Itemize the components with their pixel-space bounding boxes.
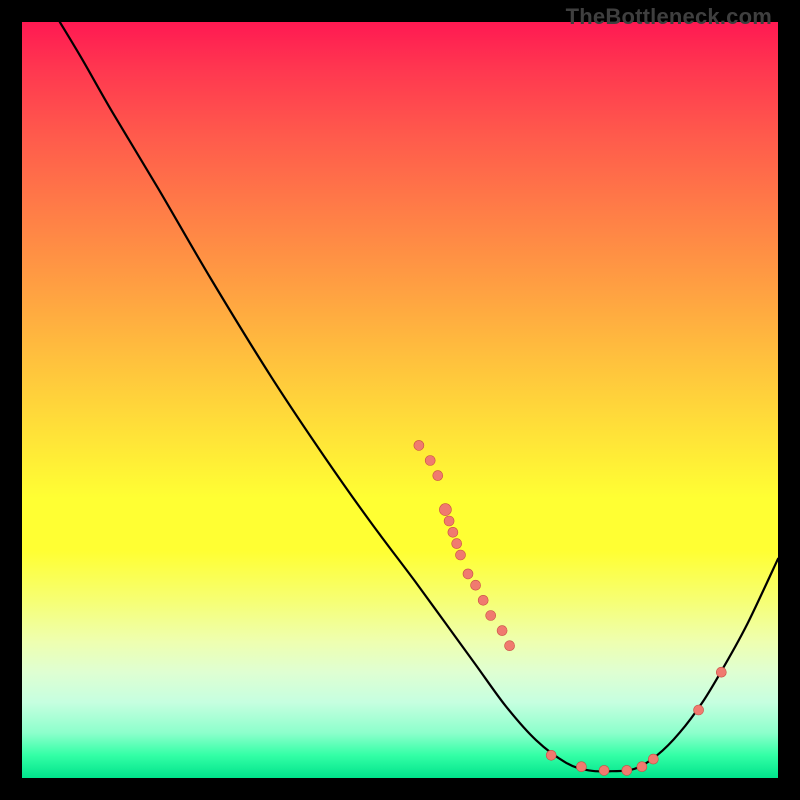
data-point [448, 527, 458, 537]
data-point [622, 765, 632, 775]
bottleneck-curve [60, 22, 778, 771]
data-point [439, 504, 451, 516]
data-point [456, 550, 466, 560]
data-point [478, 595, 488, 605]
data-point [505, 641, 515, 651]
data-point [433, 471, 443, 481]
data-point [414, 440, 424, 450]
data-point [425, 456, 435, 466]
data-point [648, 754, 658, 764]
data-point [637, 762, 647, 772]
data-point [497, 626, 507, 636]
plot-svg [22, 22, 778, 778]
data-point [716, 667, 726, 677]
data-point [599, 765, 609, 775]
source-attribution: TheBottleneck.com [566, 4, 772, 30]
data-point [452, 539, 462, 549]
plot-area [22, 22, 778, 778]
data-point [576, 762, 586, 772]
data-point [444, 516, 454, 526]
data-point [694, 705, 704, 715]
data-point [546, 750, 556, 760]
data-point [463, 569, 473, 579]
chart-frame: TheBottleneck.com [0, 0, 800, 800]
data-point-group [414, 440, 726, 775]
data-point [486, 611, 496, 621]
data-point [471, 580, 481, 590]
